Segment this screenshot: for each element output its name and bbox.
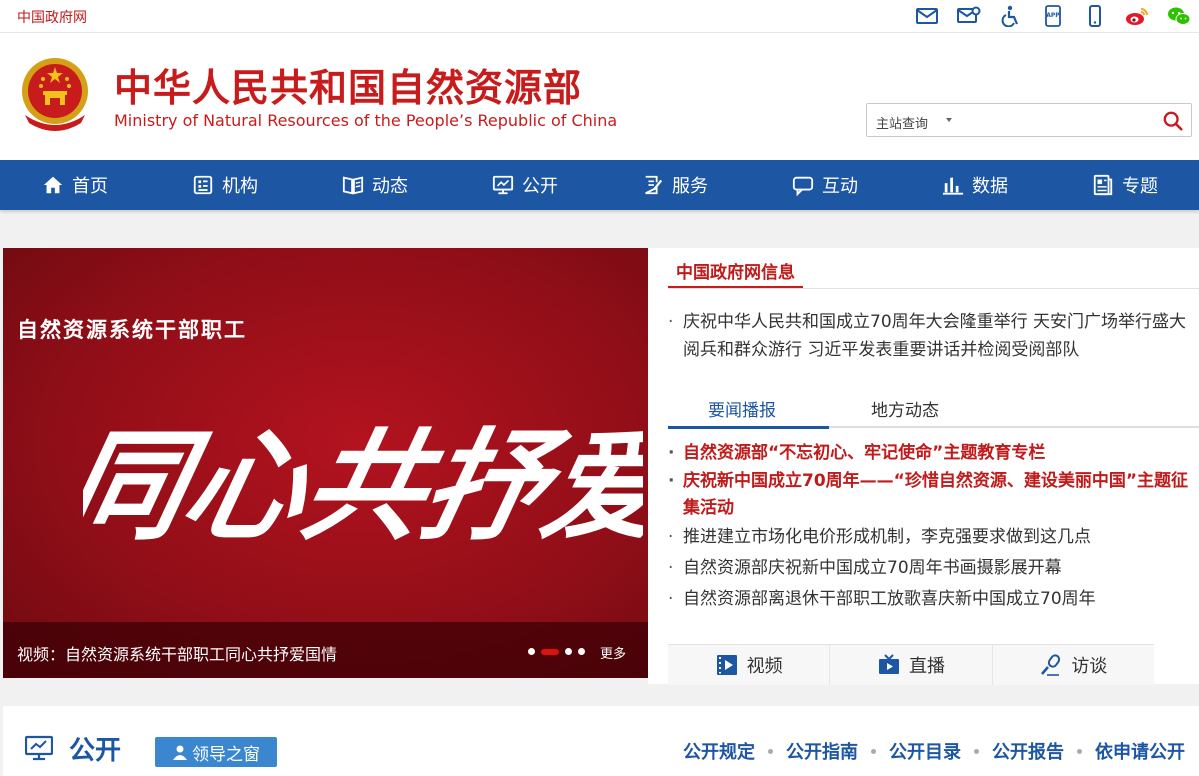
search-button[interactable] <box>1161 109 1185 133</box>
carousel-dots <box>528 648 585 655</box>
banner-heading: 自然资源系统干部职工 <box>17 318 247 342</box>
banner-caption[interactable]: 视频：自然资源系统干部职工同心共抒爱国情 <box>17 641 337 665</box>
app-icon-label: APP <box>1046 12 1060 19</box>
news-item[interactable]: · 推进建立市场化电价形成机制，李克强要求做到这几点 <box>668 524 1188 551</box>
nav-item-interact[interactable]: 互动 <box>792 160 858 210</box>
nav-item-label: 公开 <box>522 176 558 197</box>
news-icon <box>342 176 364 195</box>
user-icon <box>173 745 187 760</box>
featured-carousel[interactable]: 自然资源系统干部职工 同心共抒爱国情 视频：自然资源系统干部职工同心共抒爱国情 … <box>3 248 648 678</box>
nav-item-label: 专题 <box>1122 176 1158 197</box>
calligraphy-artwork: 同心共抒爱国情 <box>83 415 643 556</box>
news-item[interactable]: · 庆祝新中国成立70周年——“珍惜自然资源、建设美丽中国”主题征集活动 <box>668 468 1188 522</box>
nav-item-label: 互动 <box>822 176 858 197</box>
news-tabs: 要闻播报 地方动态 <box>668 388 1199 429</box>
site-subtitle: Ministry of Natural Resources of the Peo… <box>114 111 618 130</box>
nav-item-data[interactable]: 数据 <box>942 160 1008 210</box>
mail-icon[interactable] <box>913 4 941 28</box>
video-icon <box>716 655 737 675</box>
search-input[interactable] <box>963 108 1143 132</box>
tab-local-news[interactable]: 地方动态 <box>871 396 939 421</box>
section-title: 公开 <box>69 736 122 766</box>
divider <box>668 288 1199 289</box>
separator-dot <box>974 748 979 754</box>
nav-item-service[interactable]: 服务 <box>642 160 708 210</box>
nav-item-public[interactable]: 公开 <box>492 160 558 210</box>
site-header: 中华人民共和国自然资源部 Ministry of Natural Resourc… <box>0 33 1199 160</box>
tab-label: 直播 <box>908 656 945 677</box>
caption-bar: 视频：自然资源系统干部职工同心共抒爱国情 更多 <box>3 622 648 678</box>
top-tools: APP <box>913 4 1193 28</box>
separator-dot <box>768 748 773 754</box>
nav-item-label: 机构 <box>222 176 258 197</box>
nav-item-label: 首页 <box>72 176 108 197</box>
public-links: 公开规定 公开指南 公开目录 公开报告 依申请公开 <box>683 738 1185 764</box>
chevron-down-icon[interactable] <box>946 118 952 122</box>
accessibility-icon[interactable] <box>997 4 1025 28</box>
tab-video[interactable]: 视频 <box>668 645 831 685</box>
news-panel: 中国政府网信息 · 庆祝中华人民共和国成立70周年大会隆重举行 天安门广场举行盛… <box>648 248 1199 685</box>
gov-headline-text: 庆祝中华人民共和国成立70周年大会隆重举行 天安门广场举行盛大阅兵和群众游行 习… <box>683 312 1187 360</box>
tab-label: 访谈 <box>1071 656 1108 677</box>
nav-item-label: 数据 <box>972 176 1008 197</box>
tab-live[interactable]: 直播 <box>830 645 993 685</box>
public-monitor-icon <box>25 735 53 761</box>
search-icon <box>1163 111 1183 131</box>
media-tabs: 视频 直播 访谈 <box>668 644 1154 685</box>
org-icon <box>193 175 213 195</box>
separator-dot <box>1077 748 1082 754</box>
link-public-rules[interactable]: 公开规定 <box>683 738 755 764</box>
chat-icon <box>792 176 814 196</box>
search-box: 主站查询 <box>866 103 1192 137</box>
top-bar: 中国政府网 APP <box>0 0 1199 33</box>
carousel-dot[interactable] <box>528 648 535 655</box>
nav-item-news[interactable]: 动态 <box>342 160 408 210</box>
link-public-catalog[interactable]: 公开目录 <box>889 738 961 764</box>
leader-window-button[interactable]: 领导之窗 <box>155 737 277 767</box>
public-icon <box>492 175 514 195</box>
news-item[interactable]: · 自然资源部庆祝新中国成立70周年书画摄影展开幕 <box>668 555 1188 582</box>
link-public-report[interactable]: 公开报告 <box>992 738 1064 764</box>
bullet-icon: · <box>668 312 674 332</box>
gov-portal-link[interactable]: 中国政府网 <box>17 7 87 27</box>
microphone-icon <box>1041 654 1061 676</box>
mobile-icon[interactable] <box>1081 4 1109 28</box>
nav-item-label: 服务 <box>672 176 708 197</box>
gov-headline[interactable]: · 庆祝中华人民共和国成立70周年大会隆重举行 天安门广场举行盛大阅兵和群众游行… <box>668 308 1188 364</box>
nav-item-label: 动态 <box>372 176 408 197</box>
separator-dot <box>871 748 876 754</box>
link-public-guide[interactable]: 公开指南 <box>786 738 858 764</box>
service-icon <box>645 175 663 195</box>
nav-item-topic[interactable]: 专题 <box>1092 160 1158 210</box>
topic-icon <box>1093 174 1113 196</box>
weibo-icon[interactable] <box>1123 4 1151 28</box>
news-item[interactable]: · 自然资源部离退休干部职工放歌喜庆新中国成立70周年 <box>668 586 1188 613</box>
carousel-dot[interactable] <box>578 648 585 655</box>
public-section: 公开 领导之窗 公开规定 公开指南 公开目录 公开报告 依申请公开 <box>3 706 1199 776</box>
tab-label: 视频 <box>746 656 783 677</box>
calligraphy-text: 同心共抒爱国情 <box>83 415 643 556</box>
main-nav: 首页 机构 动态 公开 服务 互动 数据 专题 <box>0 160 1199 210</box>
news-item[interactable]: · 自然资源部“不忘初心、牢记使命”主题教育专栏 <box>668 440 1188 467</box>
wechat-icon[interactable] <box>1165 4 1193 28</box>
carousel-dot[interactable] <box>565 648 572 655</box>
active-tab-indicator <box>668 426 829 429</box>
national-emblem-icon <box>22 58 88 131</box>
app-icon[interactable]: APP <box>1039 4 1067 28</box>
search-scope-select[interactable]: 主站查询 <box>876 113 928 132</box>
leader-window-label: 领导之窗 <box>192 744 260 765</box>
more-link[interactable]: 更多 <box>600 643 626 662</box>
nav-item-org[interactable]: 机构 <box>192 160 258 210</box>
tab-interview[interactable]: 访谈 <box>992 645 1154 685</box>
link-apply-public[interactable]: 依申请公开 <box>1095 738 1185 764</box>
gov-info-heading[interactable]: 中国政府网信息 <box>668 248 803 288</box>
nav-item-home[interactable]: 首页 <box>42 160 108 210</box>
tv-icon <box>878 654 899 674</box>
site-title: 中华人民共和国自然资源部 <box>114 65 583 110</box>
home-icon <box>43 176 63 194</box>
carousel-dot-active[interactable] <box>541 648 559 655</box>
tab-headlines[interactable]: 要闻播报 <box>708 396 776 421</box>
data-icon <box>942 177 964 195</box>
mail-settings-icon[interactable] <box>955 4 983 28</box>
